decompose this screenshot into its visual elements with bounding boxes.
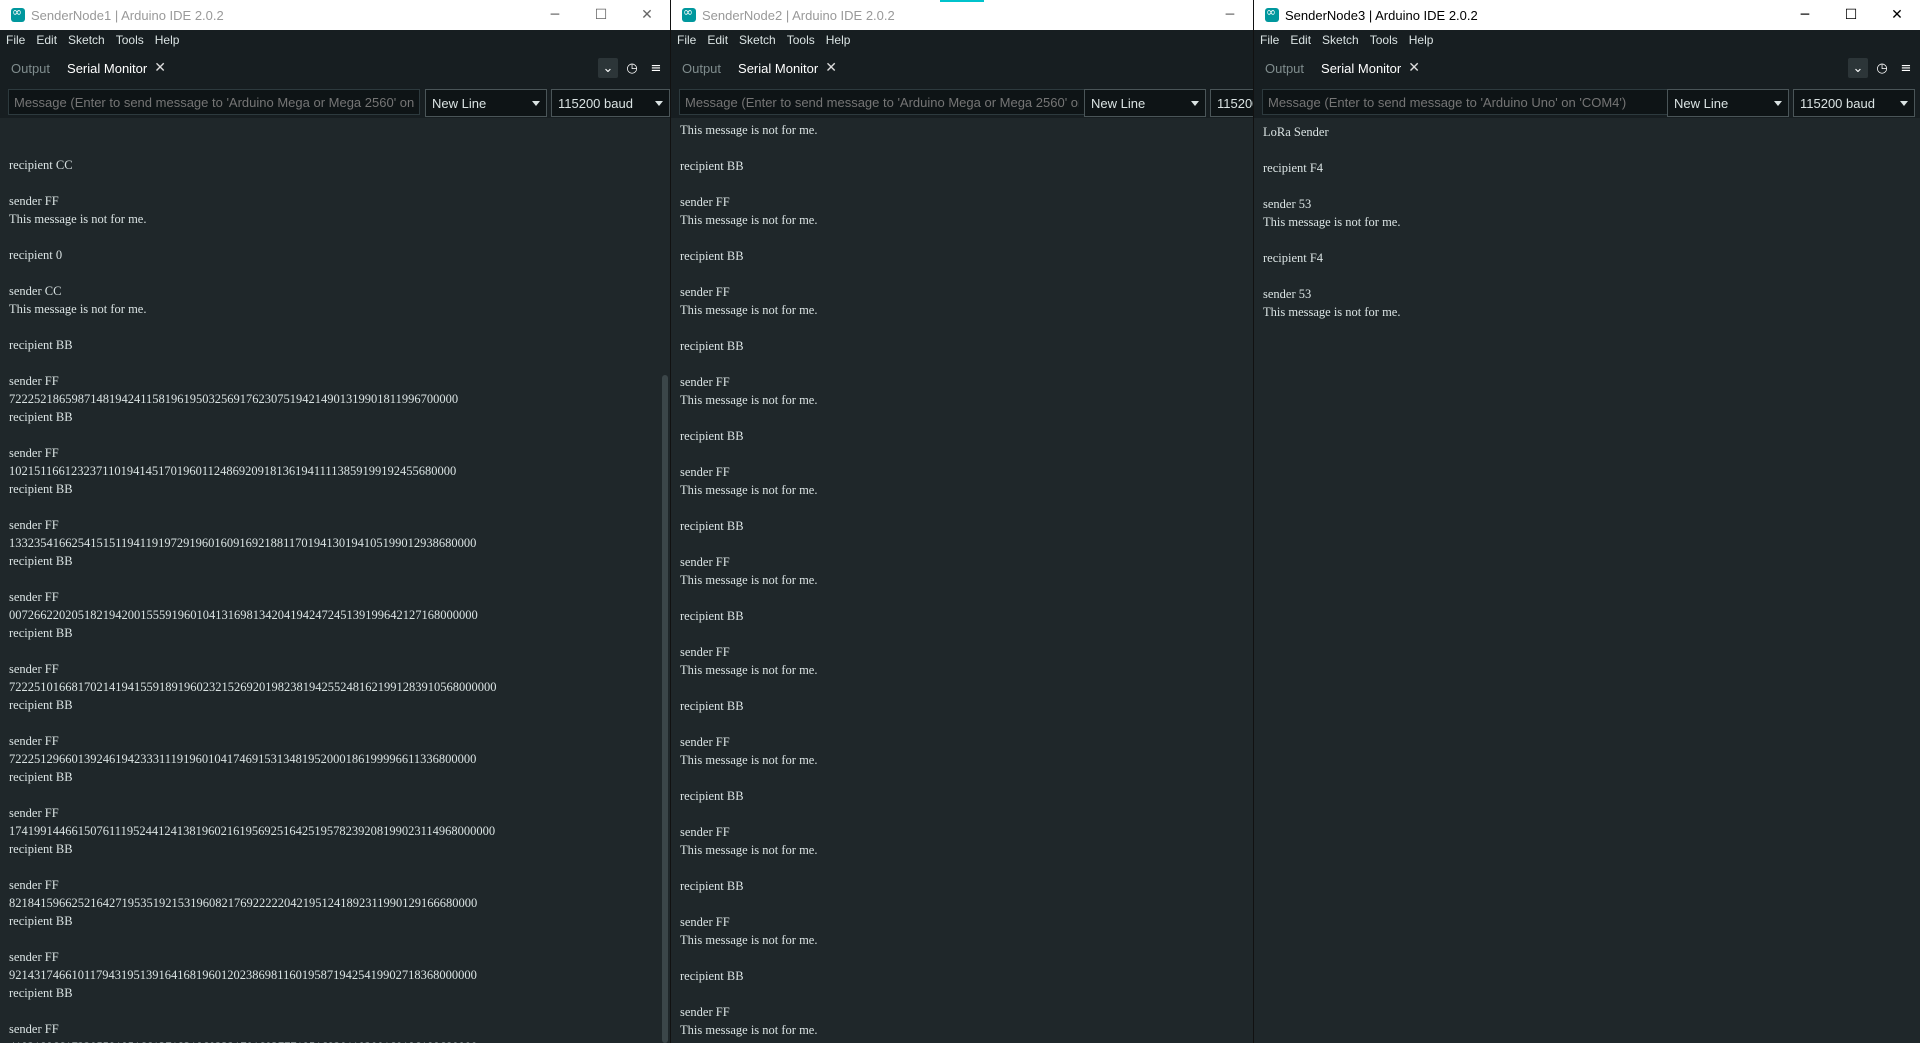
serial-log: LoRa Sender recipient F4 sender 53 This … xyxy=(1263,125,1401,319)
maximize-icon[interactable]: ☐ xyxy=(1828,0,1874,30)
serial-input-bar: New Line 115200 baud xyxy=(671,86,1253,118)
message-input[interactable] xyxy=(1262,89,1669,115)
line-ending-value: New Line xyxy=(1674,95,1729,111)
caret-down-icon xyxy=(532,101,540,106)
close-icon[interactable]: ✕ xyxy=(1408,60,1420,76)
baud-rate-select[interactable]: 115200 baud xyxy=(1210,89,1253,117)
tab-serial-monitor-label: Serial Monitor xyxy=(738,60,819,76)
tab-output-label: Output xyxy=(682,60,722,76)
clock-icon[interactable]: ◷ xyxy=(1872,58,1892,78)
line-ending-value: New Line xyxy=(1091,95,1146,111)
title-bar[interactable]: SenderNode1 | Arduino IDE 2.0.2 ─ ☐ ✕ xyxy=(0,0,670,30)
menu-help[interactable]: Help xyxy=(1409,33,1434,47)
tab-output[interactable]: Output xyxy=(676,61,727,76)
ide-window-sendernode2: SenderNode2 | Arduino IDE 2.0.2 ─ File E… xyxy=(670,0,1253,1043)
menu-help[interactable]: Help xyxy=(155,33,180,47)
menu-bar: File Edit Sketch Tools Help xyxy=(0,30,670,50)
window-title: SenderNode1 | Arduino IDE 2.0.2 xyxy=(31,7,224,23)
ide-window-sendernode1: SenderNode1 | Arduino IDE 2.0.2 ─ ☐ ✕ Fi… xyxy=(0,0,670,1043)
caret-down-icon xyxy=(1191,101,1199,106)
baud-rate-value: 115200 baud xyxy=(1800,95,1875,111)
serial-monitor-output[interactable]: recipient CC sender FF This message is n… xyxy=(0,118,670,1043)
caret-down-icon xyxy=(1774,101,1782,106)
menu-tools[interactable]: Tools xyxy=(1370,33,1398,47)
menu-file[interactable]: File xyxy=(677,33,696,47)
menu-edit[interactable]: Edit xyxy=(707,33,728,47)
menu-file[interactable]: File xyxy=(1260,33,1279,47)
tab-serial-monitor[interactable]: Serial Monitor ✕ xyxy=(61,60,172,76)
close-icon[interactable]: ✕ xyxy=(1874,0,1920,30)
panel-tab-bar: Output Serial Monitor ✕ xyxy=(671,50,1253,86)
caret-down-icon xyxy=(1900,101,1908,106)
menu-tools[interactable]: Tools xyxy=(787,33,815,47)
tab-output[interactable]: Output xyxy=(1259,61,1310,76)
tab-serial-monitor[interactable]: Serial Monitor ✕ xyxy=(1315,60,1426,76)
menu-sketch[interactable]: Sketch xyxy=(1322,33,1359,47)
close-icon[interactable]: ✕ xyxy=(154,60,166,76)
double-chevron-down-icon[interactable]: ⌄ xyxy=(598,58,618,78)
minimize-icon[interactable]: ─ xyxy=(1207,0,1253,30)
menu-sketch[interactable]: Sketch xyxy=(68,33,105,47)
message-input[interactable] xyxy=(8,89,420,115)
ide-window-sendernode3: SenderNode3 | Arduino IDE 2.0.2 ─ ☐ ✕ Fi… xyxy=(1253,0,1920,1043)
tab-output[interactable]: Output xyxy=(5,61,56,76)
menu-tools[interactable]: Tools xyxy=(116,33,144,47)
message-input[interactable] xyxy=(679,89,1085,115)
tab-serial-monitor[interactable]: Serial Monitor ✕ xyxy=(732,60,843,76)
baud-rate-select[interactable]: 115200 baud xyxy=(551,89,670,117)
menu-bar: File Edit Sketch Tools Help xyxy=(671,30,1253,50)
tab-serial-monitor-label: Serial Monitor xyxy=(67,60,148,76)
scrollbar[interactable] xyxy=(660,118,670,1043)
scrollbar-thumb[interactable] xyxy=(662,375,668,1043)
baud-rate-value: 115200 baud xyxy=(558,95,633,111)
clock-icon[interactable]: ◷ xyxy=(622,58,642,78)
line-ending-value: New Line xyxy=(432,95,487,111)
menu-lines-icon[interactable]: ≡ xyxy=(646,58,666,78)
serial-input-bar: New Line 115200 baud xyxy=(1254,86,1920,118)
close-icon[interactable]: ✕ xyxy=(825,60,837,76)
menu-file[interactable]: File xyxy=(6,33,25,47)
arduino-logo-icon xyxy=(682,5,696,22)
serial-log: This message is not for me. recipient BB… xyxy=(680,123,818,1037)
baud-rate-value: 115200 baud xyxy=(1217,95,1253,111)
tab-output-label: Output xyxy=(1265,60,1305,76)
line-ending-select[interactable]: New Line xyxy=(425,89,547,117)
arduino-logo-icon xyxy=(1265,5,1279,22)
serial-input-bar: New Line 115200 baud xyxy=(0,86,670,118)
taskbar-accent xyxy=(940,0,984,2)
title-bar[interactable]: SenderNode3 | Arduino IDE 2.0.2 ─ ☐ ✕ xyxy=(1254,0,1920,30)
arduino-logo-icon xyxy=(11,5,25,22)
minimize-icon[interactable]: ─ xyxy=(532,0,578,30)
panel-tab-bar: Output Serial Monitor ✕ ⌄ ◷ ≡ xyxy=(1254,50,1920,86)
window-title: SenderNode2 | Arduino IDE 2.0.2 xyxy=(702,7,895,23)
double-chevron-down-icon[interactable]: ⌄ xyxy=(1848,58,1868,78)
serial-log: recipient CC sender FF This message is n… xyxy=(9,158,497,1043)
panel-tab-bar: Output Serial Monitor ✕ ⌄ ◷ ≡ xyxy=(0,50,670,86)
window-title: SenderNode3 | Arduino IDE 2.0.2 xyxy=(1285,7,1478,23)
tab-output-label: Output xyxy=(11,60,51,76)
minimize-icon[interactable]: ─ xyxy=(1782,0,1828,30)
menu-edit[interactable]: Edit xyxy=(36,33,57,47)
tab-serial-monitor-label: Serial Monitor xyxy=(1321,60,1402,76)
serial-monitor-output[interactable]: This message is not for me. recipient BB… xyxy=(671,118,1253,1043)
maximize-icon[interactable]: ☐ xyxy=(578,0,624,30)
baud-rate-select[interactable]: 115200 baud xyxy=(1793,89,1915,117)
menu-sketch[interactable]: Sketch xyxy=(739,33,776,47)
menu-bar: File Edit Sketch Tools Help xyxy=(1254,30,1920,50)
line-ending-select[interactable]: New Line xyxy=(1084,89,1206,117)
menu-help[interactable]: Help xyxy=(826,33,851,47)
title-bar[interactable]: SenderNode2 | Arduino IDE 2.0.2 ─ xyxy=(671,0,1253,30)
menu-edit[interactable]: Edit xyxy=(1290,33,1311,47)
caret-down-icon xyxy=(655,101,663,106)
menu-lines-icon[interactable]: ≡ xyxy=(1896,58,1916,78)
line-ending-select[interactable]: New Line xyxy=(1667,89,1789,117)
close-icon[interactable]: ✕ xyxy=(624,0,670,30)
serial-monitor-output[interactable]: LoRa Sender recipient F4 sender 53 This … xyxy=(1254,118,1920,1043)
